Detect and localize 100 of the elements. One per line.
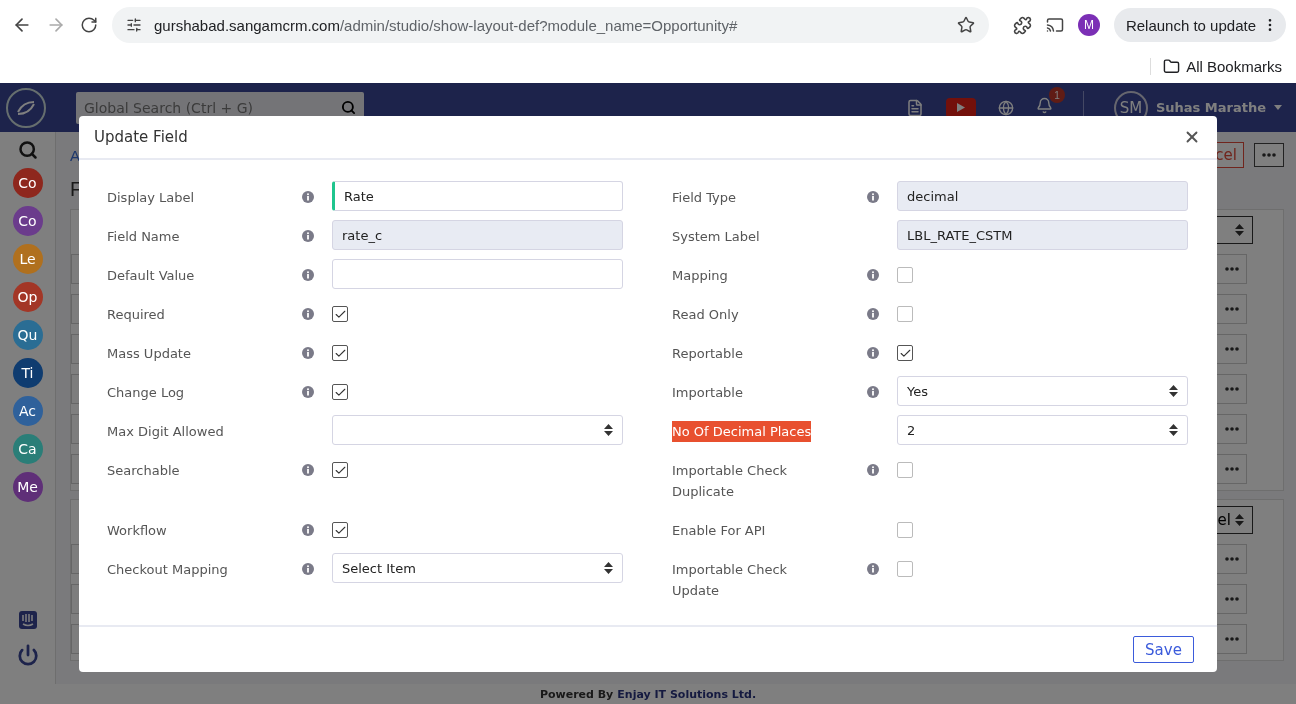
star-icon[interactable] <box>956 16 975 34</box>
field-label: Field Name <box>107 228 180 246</box>
chat-icon[interactable] <box>17 610 38 630</box>
info-icon[interactable] <box>302 524 314 536</box>
field-label: No Of Decimal Places <box>672 421 812 442</box>
checkbox[interactable] <box>897 462 913 478</box>
field-label: Read Only <box>672 306 739 324</box>
caret-icon <box>1274 105 1282 110</box>
field-label: Max Digit Allowed <box>107 423 224 441</box>
address-bar[interactable]: gurshabad.sangamcrm.com/admin/studio/show-layout-def?module_name=Opportunity# <box>112 7 989 43</box>
logo-icon[interactable] <box>6 87 46 128</box>
checkbox[interactable] <box>332 522 348 538</box>
bell-icon[interactable] <box>1035 97 1053 114</box>
info-icon[interactable] <box>302 464 314 476</box>
info-icon[interactable] <box>302 230 314 242</box>
module-avatar[interactable]: Ti <box>12 358 43 388</box>
info-icon[interactable] <box>302 191 314 203</box>
reload-icon[interactable] <box>80 16 98 34</box>
search-icon[interactable] <box>341 99 356 115</box>
checkbox[interactable] <box>332 384 348 400</box>
info-icon[interactable] <box>867 191 879 203</box>
checkbox[interactable] <box>897 306 913 322</box>
folder-icon <box>1163 58 1181 75</box>
globe-icon[interactable] <box>997 99 1014 116</box>
info-icon[interactable] <box>867 386 879 398</box>
more-icon <box>1224 387 1239 391</box>
bookmarks-button[interactable]: All Bookmarks <box>1150 58 1282 75</box>
video-icon[interactable] <box>945 97 976 118</box>
text-field[interactable]: LBL_RATE_CSTM <box>897 220 1188 250</box>
select-field[interactable]: 2 <box>897 415 1188 445</box>
company-link[interactable]: Enjay IT Solutions Ltd. <box>617 687 757 701</box>
select-field[interactable] <box>332 415 623 445</box>
field-label: Checkout Mapping <box>107 561 228 579</box>
more-icon <box>1224 267 1239 271</box>
checkbox[interactable] <box>897 561 913 577</box>
info-icon[interactable] <box>867 308 879 320</box>
field-label: Enable For API <box>672 522 766 540</box>
power-icon[interactable] <box>16 644 39 666</box>
module-avatar[interactable]: Ca <box>12 434 43 464</box>
select-field[interactable]: Yes <box>897 376 1188 406</box>
info-icon[interactable] <box>867 347 879 359</box>
field-label: Mapping <box>672 267 728 285</box>
module-avatar[interactable]: Le <box>12 244 43 274</box>
info-icon[interactable] <box>302 269 314 281</box>
sort-arrows-icon <box>604 562 613 574</box>
text-field[interactable] <box>332 259 623 289</box>
more-icon <box>1224 637 1239 641</box>
module-avatar[interactable]: Co <box>12 206 43 236</box>
field-label: Searchable <box>107 462 180 480</box>
module-avatar[interactable]: Me <box>12 472 43 502</box>
info-icon[interactable] <box>867 464 879 476</box>
field-label: System Label <box>672 228 760 246</box>
info-icon[interactable] <box>302 386 314 398</box>
field-label: Field Type <box>672 189 736 207</box>
text-field[interactable]: decimal <box>897 181 1188 211</box>
more-icon <box>1224 557 1239 561</box>
info-icon[interactable] <box>867 269 879 281</box>
profile-avatar[interactable]: M <box>1077 14 1100 36</box>
module-avatar[interactable]: Qu <box>12 320 43 350</box>
checkbox[interactable] <box>897 267 913 283</box>
select-field[interactable]: Select Item <box>332 553 623 583</box>
field-label: Display Label <box>107 189 195 207</box>
footer-text: Powered By <box>539 687 614 701</box>
url-path: /admin/studio/show-layout-def?module_name=Opportunity# <box>339 16 738 34</box>
info-icon[interactable] <box>302 308 314 320</box>
save-button[interactable]: Save <box>1133 636 1194 663</box>
relaunch-button[interactable]: Relaunch to update <box>1113 8 1286 42</box>
dialog-title: Update Field <box>94 128 188 146</box>
module-avatar[interactable]: Co <box>12 168 43 198</box>
more-icon <box>1224 347 1239 351</box>
module-avatar[interactable]: Op <box>12 282 43 312</box>
more-icon <box>1224 307 1239 311</box>
document-icon[interactable] <box>905 98 924 117</box>
checkbox[interactable] <box>897 345 913 361</box>
field-label: Workflow <box>107 522 167 540</box>
checkbox[interactable] <box>332 462 348 478</box>
more-icon <box>1224 467 1239 471</box>
field-label: Default Value <box>107 267 195 285</box>
extensions-icon[interactable] <box>1012 15 1032 35</box>
sort-arrows-icon <box>604 424 613 436</box>
sort-arrows-icon <box>1169 385 1178 397</box>
more-icon <box>1224 427 1239 431</box>
module-avatar[interactable]: Ac <box>12 396 43 426</box>
text-field[interactable]: Rate <box>332 181 623 211</box>
info-icon[interactable] <box>302 347 314 359</box>
info-icon[interactable] <box>302 563 314 575</box>
info-icon[interactable] <box>867 563 879 575</box>
text-field[interactable]: rate_c <box>332 220 623 250</box>
checkbox[interactable] <box>332 306 348 322</box>
checkbox[interactable] <box>332 345 348 361</box>
search-icon[interactable] <box>17 140 38 160</box>
checkbox[interactable] <box>897 522 913 538</box>
cast-icon[interactable] <box>1045 16 1064 34</box>
sort-arrows-icon <box>1169 424 1178 436</box>
more-icon <box>1262 153 1276 157</box>
field-label: Importable <box>672 384 743 402</box>
field-label: Importable Check Update <box>672 561 789 600</box>
field-label: Required <box>107 306 165 324</box>
more-icon <box>1224 597 1239 601</box>
site-settings-icon[interactable] <box>126 17 142 33</box>
